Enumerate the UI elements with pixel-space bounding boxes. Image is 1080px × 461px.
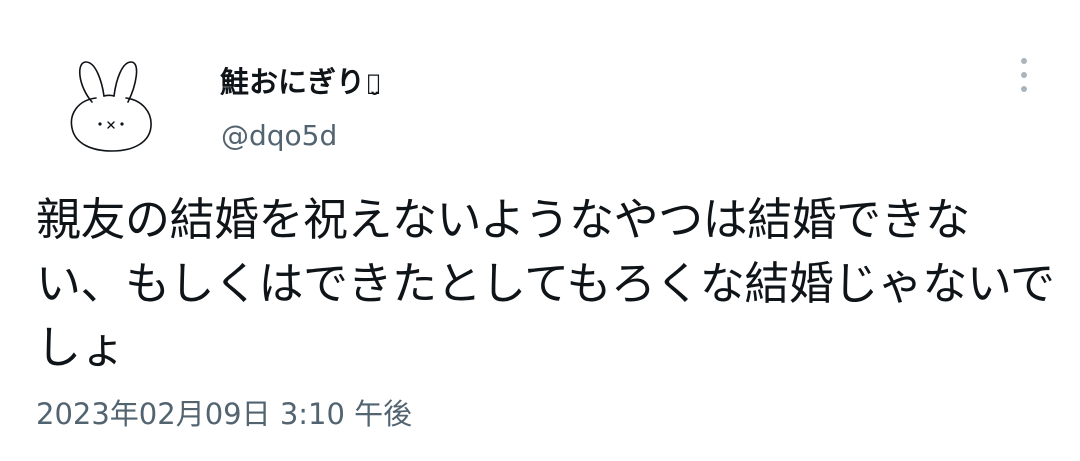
more-options-button[interactable]	[1008, 54, 1040, 96]
more-vertical-icon-dot	[1021, 86, 1027, 92]
avatar[interactable]	[66, 56, 158, 156]
user-handle[interactable]: @dqo5d	[221, 116, 337, 156]
more-vertical-icon-dot	[1021, 72, 1027, 78]
display-name[interactable]: 鮭おにぎりꪔ̤̮	[220, 62, 380, 104]
tweet-text: 親友の結婚を祝えないようなやつは結婚できない、もしくはできたとしてもろくな結婚じ…	[36, 193, 1055, 374]
name-emoji: ꪔ̤̮	[367, 71, 381, 96]
bunny-drawing-icon	[70, 61, 152, 152]
more-vertical-icon	[1021, 58, 1027, 64]
display-name-text[interactable]: 鮭おにぎり	[220, 65, 365, 99]
tweet-timestamp[interactable]: 2023年02月09日 3:10 午後	[36, 394, 412, 434]
